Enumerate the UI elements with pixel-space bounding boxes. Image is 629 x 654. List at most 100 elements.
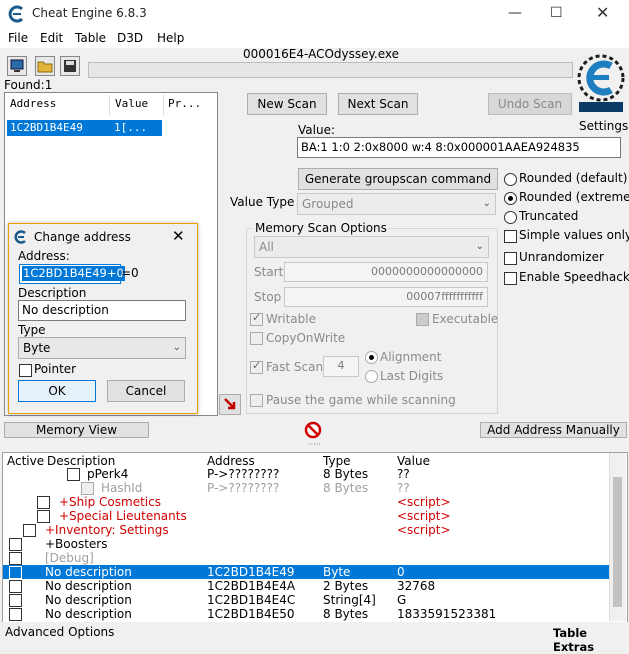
menu-file[interactable]: File: [8, 31, 28, 45]
table-row[interactable]: No description 1C2BD1B4E50 8 Bytes 18335…: [3, 607, 609, 621]
splitter-handle[interactable]: ·····: [0, 441, 629, 449]
unrandomizer-checkbox[interactable]: [504, 252, 517, 265]
found-list-row[interactable]: 1C2BD1B4E49 1[...: [7, 120, 162, 136]
save-button[interactable]: [60, 56, 80, 76]
settings-link[interactable]: Settings: [579, 119, 628, 133]
cheat-engine-logo[interactable]: [575, 48, 627, 116]
address-result: =0: [121, 266, 139, 280]
row-checkbox[interactable]: [37, 496, 50, 509]
no-entry-icon: [304, 421, 322, 439]
maximize-icon[interactable]: ☐: [550, 5, 563, 21]
table-row[interactable]: HashId P->???????? 8 Bytes ??: [3, 481, 609, 495]
row-checkbox[interactable]: [9, 580, 22, 593]
row-value: ??: [397, 467, 410, 481]
col-value[interactable]: Value: [397, 454, 430, 468]
table-row[interactable]: +Ship Cosmetics <script>: [3, 495, 609, 509]
next-scan-button[interactable]: Next Scan: [338, 93, 418, 115]
memory-scan-options-label: Memory Scan Options: [253, 221, 389, 235]
value-type-select[interactable]: Grouped ⌄: [297, 193, 496, 215]
pause-game-checkbox[interactable]: [250, 394, 263, 407]
table-row[interactable]: No description 1C2BD1B4E4A 2 Bytes 32768: [3, 579, 609, 593]
close-icon[interactable]: ✕: [172, 227, 185, 245]
scrollbar-thumb[interactable]: [613, 477, 622, 607]
row-checkbox[interactable]: [23, 524, 36, 537]
found-header-value[interactable]: Value: [115, 97, 148, 110]
rounded-extreme-radio[interactable]: [504, 192, 517, 205]
table-extras-link[interactable]: Table Extras: [553, 626, 629, 654]
row-value: 1833591523381: [397, 607, 497, 621]
row-checkbox[interactable]: [9, 566, 22, 579]
row-checkbox[interactable]: [9, 594, 22, 607]
col-description[interactable]: Description: [47, 454, 115, 468]
row-checkbox[interactable]: [81, 482, 94, 495]
row-value: <script>: [397, 509, 451, 523]
table-scrollbar[interactable]: [609, 453, 626, 621]
found-header-previous[interactable]: Pr...: [168, 97, 201, 110]
undo-scan-button[interactable]: Undo Scan: [488, 93, 572, 115]
address-input[interactable]: 1C2BD1B4E49+0: [19, 264, 125, 284]
table-row[interactable]: pPerk4 P->???????? 8 Bytes ??: [3, 467, 609, 481]
pointer-checkbox[interactable]: [19, 364, 32, 377]
fast-scan-alignment-input[interactable]: 4: [323, 356, 359, 377]
close-icon[interactable]: ✕: [596, 3, 609, 22]
menu-help[interactable]: Help: [157, 31, 184, 45]
last-digits-radio[interactable]: [365, 370, 378, 383]
stop-address-input[interactable]: 00007fffffffffff: [284, 287, 488, 307]
menu-d3d[interactable]: D3D: [117, 31, 143, 45]
row-description: pPerk4: [87, 467, 129, 481]
copyonwrite-checkbox[interactable]: [250, 332, 263, 345]
table-row[interactable]: No description 1C2BD1B4E4C String[4] G: [3, 593, 609, 607]
memory-view-button[interactable]: Memory View: [4, 422, 149, 438]
open-process-button[interactable]: [7, 56, 27, 76]
found-count: Found:1: [4, 78, 53, 92]
row-type: 8 Bytes: [323, 607, 369, 621]
table-row[interactable]: [Debug]: [3, 551, 609, 565]
add-address-manually-button[interactable]: Add Address Manually: [480, 422, 627, 438]
advanced-options-link[interactable]: Advanced Options: [5, 625, 114, 639]
add-to-list-button[interactable]: [219, 394, 241, 415]
table-row[interactable]: +Boosters: [3, 537, 609, 551]
open-file-button[interactable]: [35, 56, 55, 76]
simple-values-label: Simple values only: [519, 228, 629, 242]
table-row[interactable]: +Special Lieutenants <script>: [3, 509, 609, 523]
found-row-address: 1C2BD1B4E49: [10, 121, 83, 134]
executable-checkbox[interactable]: [416, 313, 429, 326]
description-input[interactable]: No description: [18, 300, 186, 321]
scan-value-input[interactable]: BA:1 1:0 2:0x8000 w:4 8:0x000001AAEA9248…: [297, 137, 621, 158]
col-type[interactable]: Type: [323, 454, 351, 468]
cancel-button[interactable]: Cancel: [107, 380, 185, 402]
title-bar: Cheat Engine 6.8.3 — ☐ ✕: [0, 0, 629, 28]
generate-groupscan-button[interactable]: Generate groupscan command: [298, 168, 498, 190]
row-checkbox[interactable]: [67, 468, 80, 481]
table-row[interactable]: +Inventory: Settings <script>: [3, 523, 609, 537]
new-scan-button[interactable]: New Scan: [247, 93, 327, 115]
type-select[interactable]: Byte ⌄: [18, 337, 186, 359]
col-active[interactable]: Active: [7, 454, 44, 468]
row-type: String[4]: [323, 593, 376, 607]
truncated-radio[interactable]: [504, 211, 517, 224]
found-header-address[interactable]: Address: [10, 97, 56, 110]
menu-table[interactable]: Table: [75, 31, 106, 45]
fast-scan-checkbox[interactable]: [250, 359, 263, 374]
row-type: 8 Bytes: [323, 481, 369, 495]
simple-values-checkbox[interactable]: [504, 230, 517, 243]
cheat-engine-icon: [8, 5, 24, 23]
writable-checkbox[interactable]: [250, 311, 263, 326]
start-address-input[interactable]: 0000000000000000: [284, 262, 488, 282]
row-value: ??: [397, 481, 410, 495]
speedhack-checkbox[interactable]: [504, 272, 517, 285]
cheat-engine-icon: [14, 230, 26, 244]
minimize-icon[interactable]: —: [508, 5, 522, 21]
memory-region-select[interactable]: All ⌄: [254, 236, 489, 258]
row-checkbox[interactable]: [9, 608, 22, 621]
col-address[interactable]: Address: [207, 454, 255, 468]
row-checkbox[interactable]: [9, 538, 22, 551]
ok-button[interactable]: OK: [18, 380, 96, 402]
clear-list-button[interactable]: [304, 421, 322, 439]
table-row[interactable]: No description 1C2BD1B4E49 Byte 0: [3, 565, 609, 579]
menu-edit[interactable]: Edit: [40, 31, 63, 45]
row-checkbox[interactable]: [37, 510, 50, 523]
rounded-default-radio[interactable]: [504, 173, 517, 186]
alignment-radio[interactable]: [365, 351, 378, 364]
row-checkbox[interactable]: [9, 552, 22, 565]
